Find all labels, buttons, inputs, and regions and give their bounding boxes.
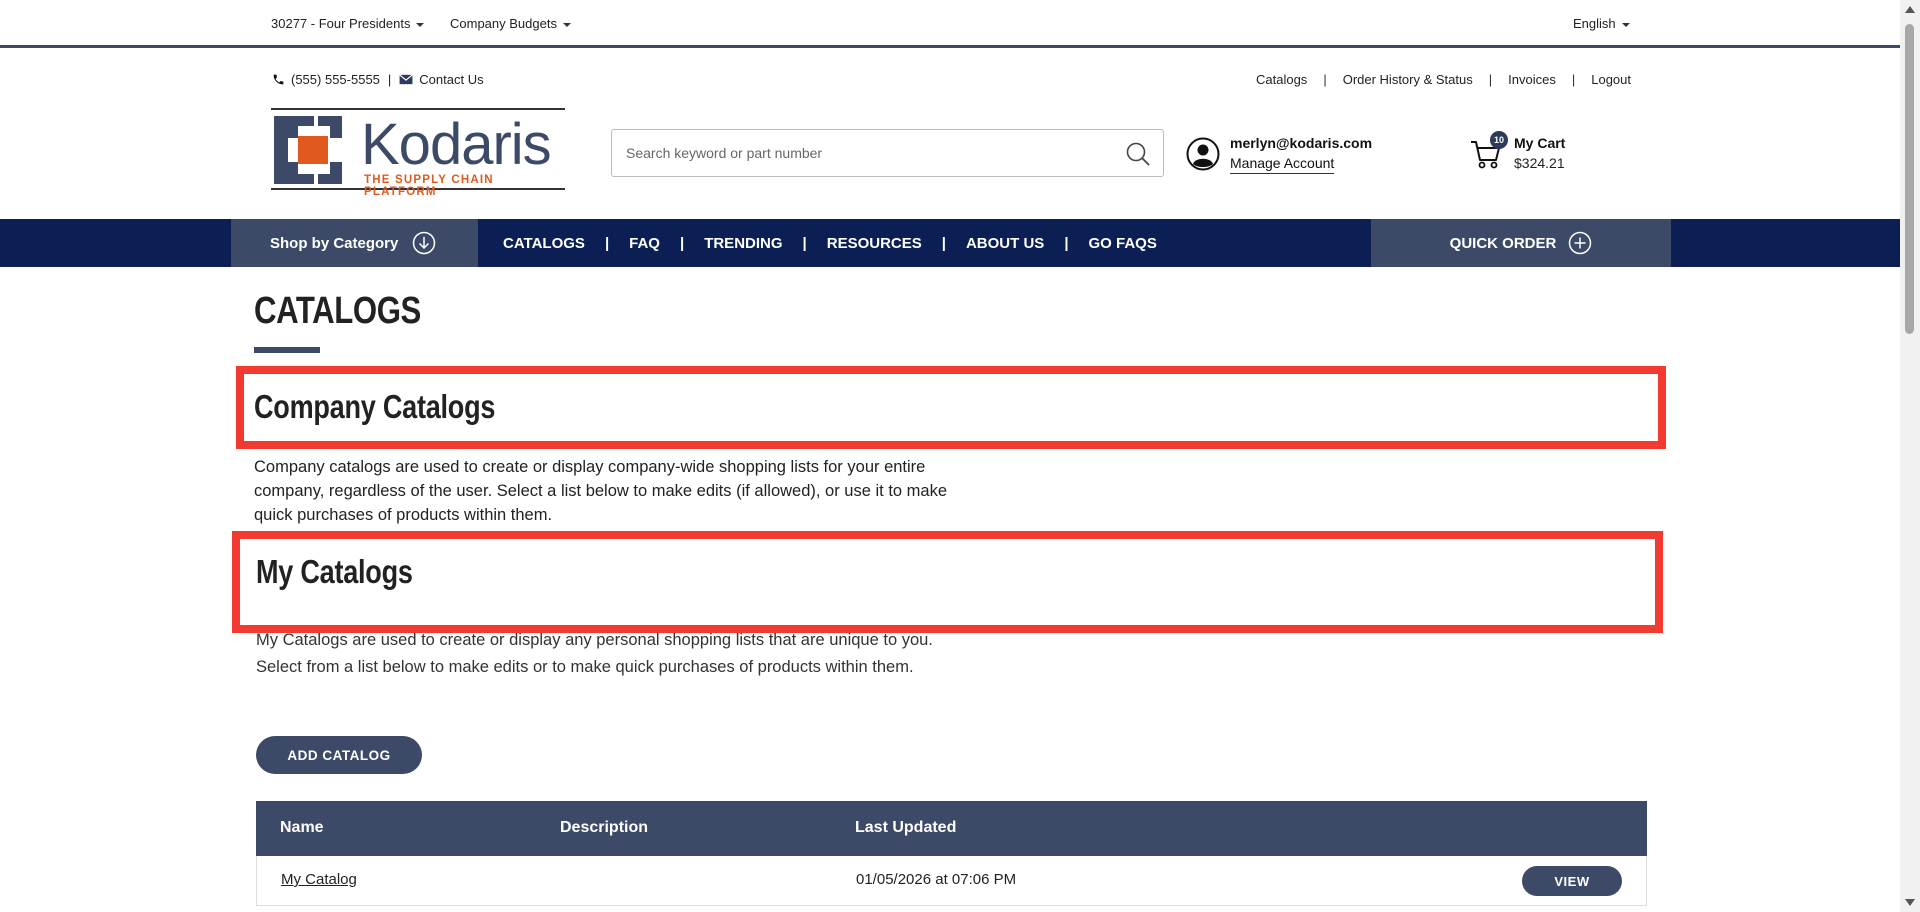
envelope-icon	[399, 74, 414, 85]
quick-order-button[interactable]: QUICK ORDER	[1371, 219, 1671, 267]
main-nav-bar: Shop by Category CATALOGS | FAQ | TRENDI…	[0, 219, 1900, 267]
add-catalog-button[interactable]: ADD CATALOG	[256, 736, 422, 774]
view-catalog-button[interactable]: VIEW	[1522, 866, 1622, 896]
company-catalogs-description: Company catalogs are used to create or d…	[254, 458, 948, 524]
contact-separator: |	[387, 72, 392, 87]
my-catalogs-heading: My Catalogs	[256, 553, 413, 590]
cart-label: My Cart	[1514, 135, 1566, 151]
caret-down-icon	[416, 22, 425, 27]
shop-by-category-label: Shop by Category	[270, 234, 399, 252]
invoices-link[interactable]: Invoices	[1508, 72, 1556, 87]
contact-us-link[interactable]: Contact Us	[419, 72, 483, 87]
link-separator: |	[1488, 72, 1493, 87]
cart-button[interactable]: 10 My Cart $324.21	[1470, 131, 1566, 173]
link-separator: |	[1323, 72, 1327, 87]
shop-by-category-button[interactable]: Shop by Category	[231, 219, 478, 267]
kodaris-logo[interactable]: Kodaris THE SUPPLY CHAIN PLATFORM	[271, 108, 565, 198]
column-header-name[interactable]: Name	[280, 819, 324, 837]
nav-separator: |	[1064, 234, 1069, 252]
nav-separator: |	[802, 234, 807, 252]
table-header: Name Description Last Updated	[256, 801, 1647, 856]
phone-icon	[273, 74, 284, 85]
nav-faq[interactable]: FAQ	[629, 235, 660, 252]
scrollbar-thumb[interactable]	[1905, 24, 1914, 334]
user-email: merlyn@kodaris.com	[1230, 135, 1373, 151]
language-label: English	[1573, 16, 1616, 31]
highlight-box-my-catalogs	[232, 531, 1663, 633]
nav-go-faqs[interactable]: GO FAQS	[1089, 235, 1157, 252]
logo-tagline: THE SUPPLY CHAIN PLATFORM	[364, 174, 494, 198]
nav-about-us[interactable]: ABOUT US	[966, 235, 1044, 252]
language-dropdown[interactable]: English	[1573, 16, 1630, 31]
link-separator: |	[1571, 72, 1576, 87]
account-selector-label: 30277 - Four Presidents	[271, 16, 411, 31]
nav-links: CATALOGS | FAQ | TRENDING | RESOURCES | …	[503, 219, 1157, 267]
contact-row: (555) 555-5555 | Contact Us	[272, 72, 484, 87]
column-header-description[interactable]: Description	[560, 819, 648, 837]
catalogs-link[interactable]: Catalogs	[1256, 72, 1307, 87]
nav-trending[interactable]: TRENDING	[704, 235, 782, 252]
company-catalogs-heading: Company Catalogs	[254, 388, 496, 425]
scroll-up-arrow-icon[interactable]	[1905, 6, 1915, 13]
search-icon[interactable]	[1125, 141, 1151, 167]
scroll-down-arrow-icon[interactable]	[1905, 899, 1915, 906]
catalog-name-link[interactable]: My Catalog	[281, 871, 357, 888]
column-header-last-updated[interactable]: Last Updated	[855, 819, 956, 837]
nav-catalogs[interactable]: CATALOGS	[503, 235, 585, 252]
catalog-last-updated: 01/05/2026 at 07:06 PM	[856, 871, 1017, 888]
nav-resources[interactable]: RESOURCES	[827, 235, 922, 252]
page-scrollbar[interactable]	[1900, 0, 1920, 912]
kodaris-logo-mark-icon	[274, 116, 342, 184]
caret-down-icon	[562, 22, 571, 27]
quick-order-label: QUICK ORDER	[1449, 234, 1557, 252]
search-input[interactable]	[626, 130, 1106, 176]
account-area: merlyn@kodaris.com Manage Account	[1186, 133, 1372, 174]
plus-circle-icon	[1569, 231, 1592, 255]
manage-account-link[interactable]: Manage Account	[1230, 153, 1335, 174]
logo-wordmark: Kodaris	[361, 112, 552, 177]
cart-count-badge: 10	[1490, 131, 1508, 149]
nav-separator: |	[941, 234, 946, 252]
phone-number[interactable]: (555) 555-5555	[291, 72, 380, 87]
top-utility-bar: 30277 - Four Presidents Company Budgets …	[0, 0, 1900, 48]
company-budgets-label: Company Budgets	[450, 16, 557, 31]
header-utility-links: Catalogs | Order History & Status | Invo…	[1256, 72, 1631, 87]
caret-down-icon	[1621, 22, 1630, 27]
arrow-down-circle-icon	[413, 231, 436, 255]
company-budgets-dropdown[interactable]: Company Budgets	[450, 16, 571, 31]
catalogs-table: Name Description Last Updated My Catalog…	[256, 801, 1647, 906]
cart-total: $324.21	[1514, 155, 1565, 171]
nav-separator: |	[604, 234, 610, 252]
account-selector-dropdown[interactable]: 30277 - Four Presidents	[271, 16, 425, 31]
logout-link[interactable]: Logout	[1591, 72, 1631, 87]
search-box	[611, 129, 1164, 177]
user-avatar-icon[interactable]	[1186, 137, 1220, 171]
table-row: My Catalog 01/05/2026 at 07:06 PM VIEW	[256, 856, 1647, 906]
title-underline	[254, 347, 320, 353]
nav-separator: |	[679, 234, 685, 252]
page-title: CATALOGS	[254, 290, 421, 332]
my-catalogs-description: My Catalogs are used to create or displa…	[256, 631, 933, 676]
order-history-link[interactable]: Order History & Status	[1343, 72, 1473, 87]
